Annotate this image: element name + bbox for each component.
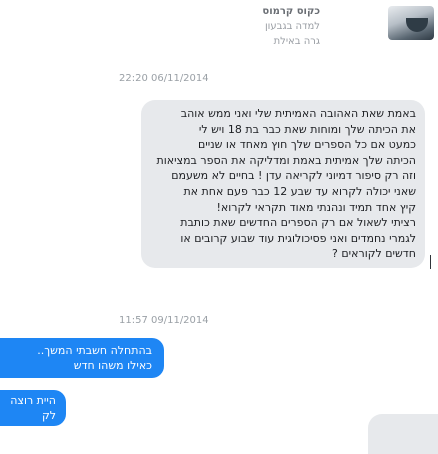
message-line: בהתחלה חשבתי המשך.. [37,344,152,357]
incoming-message-bubble-partial [368,414,438,454]
message-line: כמעט אם כל הספרים שלך חוץ מאחד או שניים [197,138,416,152]
message-timestamp: 11:57 09/11/2014 [119,315,209,326]
message-line: את הכיתה שלך ומוחות שאת כבר בת 18 ויש לי [198,122,416,136]
message-line: וזה רק סיפור דמיוני לקריאה עדן ! בחיים ל… [171,169,416,183]
message-timestamp: 22:20 06/11/2014 [119,73,209,84]
contact-subtitle: למדה בגבעון [264,21,320,32]
message-line: קיץ אחד תמיד ונהנתי מאוד תקראי לקרוא! [216,200,416,214]
outgoing-message-bubble: היית רוצה לק [0,390,66,426]
contact-name[interactable]: כקוס קרמוס [262,4,320,19]
message-line: היית רוצה לק [10,394,56,422]
message-line: כאילו משהו חדש [73,359,152,372]
text-cursor [430,255,431,269]
contact-location: גרה באילת [273,36,320,47]
avatar[interactable] [388,6,434,40]
message-line: באמת שאת האהובה האמיתית שלי ואני ממש אוה… [180,107,416,120]
message-line: חדשים לקוראים ? [332,247,416,261]
contact-info: כקוס קרמוס למדה בגבעון גרה באילת [262,4,320,49]
message-line: לגמרי נחמדים ואני פסיכולוגית עוד שבוע קר… [180,231,416,245]
message-line: רציתי לשאול אם רק הספרים החדשים שאת כותב… [180,216,416,230]
incoming-message-bubble: באמת שאת האהובה האמיתית שלי ואני ממש אוה… [141,100,425,268]
outgoing-message-bubble: בהתחלה חשבתי המשך.. כאילו משהו חדש [0,338,164,378]
message-line: שאני יכולה לקרוא עד שבע 12 כבר פעם אחת א… [183,184,416,198]
message-line: הכיתה שלך אמיתית באמת ומדליקה את הספר במ… [156,153,416,167]
